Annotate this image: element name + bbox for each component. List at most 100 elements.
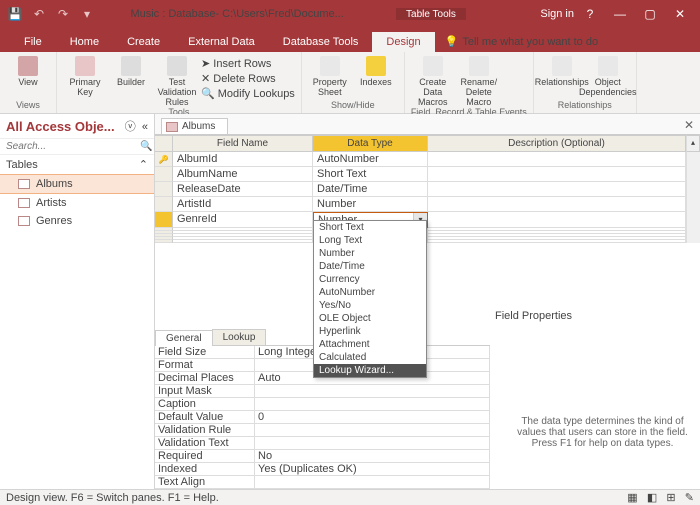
prop-value[interactable]: 0 [255, 411, 490, 424]
property-sheet-button[interactable]: Property Sheet [308, 54, 352, 97]
create-macro-button[interactable]: Create Data Macros [411, 54, 455, 107]
prop-value[interactable]: Yes (Duplicates OK) [255, 463, 490, 476]
nav-item-genres[interactable]: Genres [0, 212, 154, 230]
table-icon [18, 198, 30, 208]
desc-cell[interactable] [428, 152, 686, 167]
test-validation-button[interactable]: Test Validation Rules [155, 54, 199, 107]
prop-label: Required [155, 450, 255, 463]
desc-cell[interactable] [428, 167, 686, 182]
help-icon[interactable]: ? [576, 4, 604, 24]
tab-create[interactable]: Create [113, 32, 174, 52]
view-button[interactable]: View [6, 54, 50, 87]
help-text: The data type determines the kind of val… [515, 416, 690, 449]
tab-file[interactable]: File [10, 32, 56, 52]
nav-item-artists[interactable]: Artists [0, 194, 154, 212]
prop-value[interactable] [255, 385, 490, 398]
desc-cell[interactable] [428, 182, 686, 197]
row-selector[interactable] [155, 197, 173, 212]
scroll-up[interactable]: ▴ [686, 135, 700, 152]
dropdown-item[interactable]: Calculated [314, 351, 426, 364]
tab-external[interactable]: External Data [174, 32, 269, 52]
nav-section-tables[interactable]: Tables⌃ [0, 155, 154, 174]
dropdown-item[interactable]: Hyperlink [314, 325, 426, 338]
data-type-cell[interactable]: AutoNumber [313, 152, 428, 167]
relationships-button[interactable]: Relationships [540, 54, 584, 87]
redo-icon[interactable]: ↷ [54, 5, 72, 23]
prop-value[interactable] [255, 437, 490, 450]
dropdown-item[interactable]: Long Text [314, 234, 426, 247]
field-name-cell[interactable]: AlbumName [173, 167, 313, 182]
tab-design[interactable]: Design [372, 32, 434, 52]
minimize-icon[interactable]: — [606, 4, 634, 24]
tell-me[interactable]: 💡Tell me what you want to do [435, 31, 608, 52]
status-text: Design view. F6 = Switch panes. F1 = Hel… [6, 492, 219, 504]
dropdown-item[interactable]: AutoNumber [314, 286, 426, 299]
field-name-cell[interactable]: ArtistId [173, 197, 313, 212]
dropdown-item[interactable]: Short Text [314, 221, 426, 234]
indexes-button[interactable]: Indexes [354, 54, 398, 87]
dropdown-item[interactable]: Number [314, 247, 426, 260]
prop-label: Field Size [155, 346, 255, 359]
obj-dependencies-button[interactable]: Object Dependencies [586, 54, 630, 97]
modify-lookups-button[interactable]: 🔍 Modify Lookups [201, 86, 295, 101]
search-icon[interactable]: 🔍 [140, 141, 152, 152]
field-name-cell[interactable]: GenreId [173, 212, 313, 228]
bulb-icon: 💡 [445, 35, 459, 48]
data-type-cell[interactable]: Number [313, 197, 428, 212]
row-selector-current[interactable] [155, 212, 173, 228]
data-type-cell[interactable]: Short Text [313, 167, 428, 182]
data-type-cell[interactable]: Date/Time [313, 182, 428, 197]
close-icon[interactable]: ✕ [666, 4, 694, 24]
check-icon [167, 56, 187, 76]
dropdown-item[interactable]: Yes/No [314, 299, 426, 312]
desc-cell[interactable] [428, 197, 686, 212]
row-selector[interactable]: 🔑 [155, 152, 173, 167]
nav-collapse-icon[interactable]: ⓥ « [125, 118, 148, 134]
prop-value[interactable] [255, 476, 490, 489]
prop-tab-general[interactable]: General [155, 330, 213, 346]
col-description[interactable]: Description (Optional) [428, 135, 686, 152]
prop-value[interactable] [255, 398, 490, 411]
col-data-type[interactable]: Data Type [313, 135, 428, 152]
prop-label: Text Align [155, 476, 255, 489]
close-tab-icon[interactable]: ✕ [684, 118, 694, 132]
maximize-icon[interactable]: ▢ [636, 4, 664, 24]
view-switch-icons[interactable]: ▦ ◧ ⊞ ✎ [627, 491, 694, 504]
dropdown-item[interactable]: Date/Time [314, 260, 426, 273]
col-field-name[interactable]: Field Name [173, 135, 313, 152]
tab-dbtools[interactable]: Database Tools [269, 32, 373, 52]
tab-home[interactable]: Home [56, 32, 113, 52]
search-input[interactable] [6, 141, 140, 152]
rename-macro-button[interactable]: Rename/ Delete Macro [457, 54, 501, 107]
primary-key-button[interactable]: Primary Key [63, 54, 107, 97]
document-tab-albums[interactable]: Albums [161, 118, 228, 134]
signin-link[interactable]: Sign in [540, 4, 574, 24]
qat-more-icon[interactable]: ▾ [78, 5, 96, 23]
field-name-cell[interactable]: ReleaseDate [173, 182, 313, 197]
delete-rows-button[interactable]: ✕ Delete Rows [201, 71, 295, 86]
nav-header[interactable]: All Access Obje... [6, 119, 115, 134]
nav-item-albums[interactable]: Albums [0, 174, 154, 194]
macro-icon [423, 56, 443, 76]
row-selector[interactable] [155, 182, 173, 197]
prop-value[interactable] [255, 424, 490, 437]
dependency-icon [598, 56, 618, 76]
work-area: Albums ✕ Field Name Data Type Descriptio… [155, 114, 700, 489]
dropdown-item-lookup-wizard[interactable]: Lookup Wizard... [314, 364, 426, 377]
undo-icon[interactable]: ↶ [30, 5, 48, 23]
prop-tab-lookup[interactable]: Lookup [212, 329, 267, 345]
dropdown-item[interactable]: Currency [314, 273, 426, 286]
prop-label: Format [155, 359, 255, 372]
dropdown-item[interactable]: Attachment [314, 338, 426, 351]
insert-rows-button[interactable]: ➤ Insert Rows [201, 56, 295, 71]
dropdown-item[interactable]: OLE Object [314, 312, 426, 325]
collapse-icon: ⌃ [139, 158, 148, 171]
prop-value[interactable]: No [255, 450, 490, 463]
row-selector[interactable] [155, 167, 173, 182]
builder-button[interactable]: Builder [109, 54, 153, 87]
save-icon[interactable]: 💾 [6, 5, 24, 23]
field-name-cell[interactable]: AlbumId [173, 152, 313, 167]
key-icon: 🔑 [159, 155, 169, 164]
desc-cell[interactable] [428, 212, 686, 228]
table-icon [18, 216, 30, 226]
